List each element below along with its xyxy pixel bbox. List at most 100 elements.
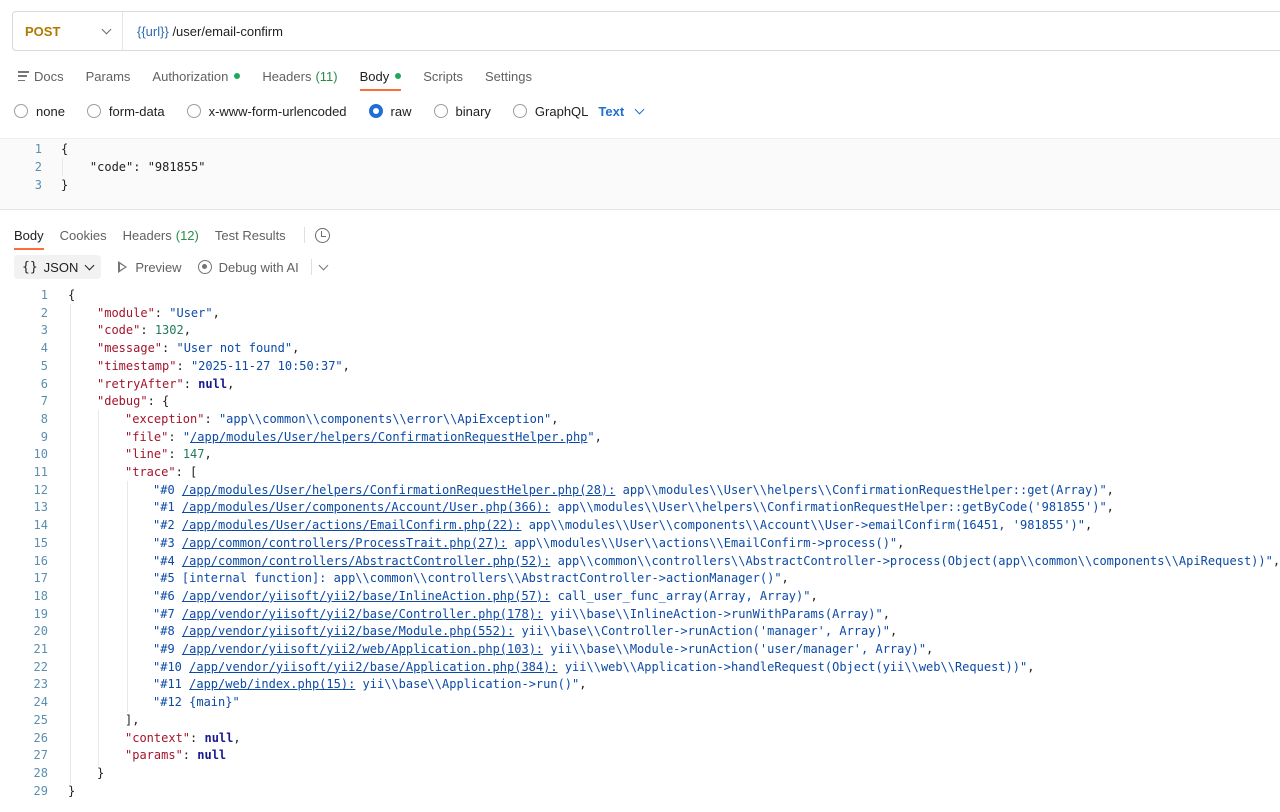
debug-ai-button[interactable]: Debug with AI — [197, 260, 299, 275]
request-body-editor[interactable]: 1 2 3 { "code": "981855" } — [0, 138, 1280, 210]
trace-rest: app\\modules\\User\\helpers\\Confirmatio… — [615, 482, 1107, 497]
trace-prefix: "#9 — [153, 642, 182, 656]
radio-circle[interactable] — [14, 104, 28, 118]
trace-file-link[interactable]: /app/vendor/yiisoft/yii2/base/Module.php… — [182, 624, 514, 638]
code-line: "code": 1302, — [97, 323, 191, 338]
trace-rest: app\\modules\\User\\components\\Account\… — [521, 518, 1085, 533]
line-number: 19 — [33, 606, 48, 621]
divider — [310, 259, 312, 275]
tab-authorization-label: Authorization — [152, 68, 229, 84]
trace-file-link[interactable]: /app/web/index.php(15): — [189, 677, 355, 691]
line-number: 26 — [33, 730, 48, 745]
trace-file-link[interactable]: /app/vendor/yiisoft/yii2/base/InlineActi… — [182, 589, 550, 603]
trace-rest: yii\\web\\Application->handleRequest(Obj… — [557, 659, 1028, 674]
trace-line: "#7 /app/vendor/yiisoft/yii2/base/Contro… — [153, 606, 890, 621]
trace-line: "#2 /app/modules/User/actions/EmailConfi… — [153, 518, 1093, 533]
trace-line: "#12 {main}" — [153, 693, 240, 711]
tab-scripts-label: Scripts — [423, 68, 463, 84]
response-body-viewer[interactable]: 1 2 3 4 5 6 7 8 9 10 11 12 13 14 15 16 17 18 19 20 21 22 23 24 2… — [0, 286, 1280, 812]
code-line: "file": "/app/modules/User/helpers/Confi… — [125, 429, 602, 444]
raw-format-select[interactable]: Text — [598, 104, 645, 119]
radio-raw-label: raw — [390, 103, 412, 119]
tab-docs-label: Docs — [34, 68, 64, 84]
code-line: "exception": "app\\common\\components\\e… — [125, 411, 559, 426]
tab-body[interactable]: Body — [359, 62, 402, 91]
line-number: 6 — [40, 376, 48, 391]
trace-prefix: "#0 — [153, 482, 182, 497]
response-tab-headers[interactable]: Headers (12) — [123, 223, 199, 247]
chevron-down-icon[interactable] — [318, 260, 329, 270]
radio-graphql[interactable]: GraphQL — [512, 104, 588, 119]
json-value: "User" — [169, 305, 213, 320]
preview-button[interactable]: Preview — [118, 260, 182, 275]
code-line: } — [68, 783, 76, 798]
radio-circle[interactable] — [512, 104, 527, 118]
tab-authorization[interactable]: Authorization — [152, 62, 241, 90]
json-value: 147 — [182, 447, 205, 462]
tab-scripts[interactable]: Scripts — [423, 62, 463, 90]
tab-params[interactable]: Params — [86, 62, 131, 90]
line-number: 10 — [33, 447, 48, 462]
trace-line: "#4 /app/common/controllers/AbstractCont… — [153, 553, 1280, 568]
json-key: "context" — [125, 730, 191, 745]
indent-guide — [70, 304, 71, 784]
trace-file-link[interactable]: /app/vendor/yiisoft/yii2/base/Controller… — [182, 607, 543, 621]
radio-circle[interactable] — [186, 104, 201, 118]
trace-rest: yii\\base\\Application->run()" — [355, 677, 580, 692]
line-number: 2 — [34, 160, 42, 174]
json-value: null — [197, 748, 227, 763]
file-link[interactable]: /app/modules/User/helpers/ConfirmationRe… — [190, 430, 587, 444]
trace-file-link[interactable]: /app/modules/User/components/Account/Use… — [182, 500, 550, 514]
trace-line: "#3 /app/common/controllers/ProcessTrait… — [153, 535, 905, 550]
line-number: 13 — [33, 500, 48, 515]
line-number: 2 — [40, 305, 48, 320]
trace-prefix: "#10 — [153, 659, 190, 674]
trace-file-link[interactable]: /app/common/controllers/ProcessTrait.php… — [182, 536, 507, 550]
trace-line: "#0 /app/modules/User/helpers/Confirmati… — [153, 482, 1114, 497]
json-key: "message" — [97, 341, 163, 356]
radio-raw[interactable]: raw — [368, 103, 412, 119]
radio-circle-selected[interactable] — [368, 104, 383, 118]
chevron-down-icon — [84, 260, 95, 270]
line-number: 3 — [40, 323, 48, 338]
tab-settings[interactable]: Settings — [485, 62, 532, 90]
trace-file-link[interactable]: /app/vendor/yiisoft/yii2/web/Application… — [182, 642, 543, 656]
format-select[interactable]: {} JSON — [14, 255, 102, 279]
trace-file-link[interactable]: /app/common/controllers/AbstractControll… — [182, 554, 550, 568]
radio-circle[interactable] — [86, 104, 101, 118]
response-tab-cookies[interactable]: Cookies — [60, 223, 107, 247]
json-value: null — [204, 730, 234, 745]
trace-file-link[interactable]: /app/modules/User/actions/EmailConfirm.p… — [182, 518, 522, 532]
radio-binary[interactable]: binary — [433, 103, 491, 119]
response-toolbar: {} JSON Preview Debug with AI — [14, 255, 329, 279]
radio-form-data[interactable]: form-data — [86, 104, 165, 119]
line-number: 12 — [33, 482, 48, 497]
response-tab-test-results[interactable]: Test Results — [215, 223, 286, 247]
tab-docs[interactable]: Docs — [18, 62, 64, 90]
code-line: "line": 147, — [125, 447, 212, 462]
trace-file-link[interactable]: /app/vendor/yiisoft/yii2/base/Applicatio… — [189, 660, 557, 674]
method-select[interactable]: POST — [13, 12, 123, 50]
request-tabs: Docs Params Authorization Headers (11) B… — [0, 62, 1280, 92]
radio-urlencoded[interactable]: x-www-form-urlencoded — [186, 104, 347, 119]
url-variable: {{url}} — [137, 23, 169, 39]
line-number: 28 — [33, 765, 48, 780]
line-number: 1 — [34, 142, 42, 156]
response-tab-body[interactable]: Body — [14, 223, 44, 250]
line-number: 29 — [33, 783, 48, 798]
radio-binary-label: binary — [455, 103, 491, 119]
ai-icon — [197, 260, 212, 274]
indent-guide — [98, 410, 99, 766]
url-input[interactable]: {{url}} /user/email-confirm — [123, 24, 283, 39]
braces-icon: {} — [22, 259, 38, 275]
line-number: 15 — [33, 535, 48, 550]
status-dot-icon — [234, 73, 241, 79]
trace-line: "#11 /app/web/index.php(15): yii\\base\\… — [153, 677, 587, 692]
trace-rest: call_user_func_array(Array, Array)" — [550, 588, 811, 603]
history-icon[interactable] — [314, 227, 330, 243]
code-line: { — [68, 288, 76, 302]
tab-headers[interactable]: Headers (11) — [262, 62, 337, 90]
radio-circle[interactable] — [433, 104, 448, 118]
radio-none[interactable]: none — [14, 104, 65, 119]
trace-file-link[interactable]: /app/modules/User/helpers/ConfirmationRe… — [182, 483, 615, 497]
